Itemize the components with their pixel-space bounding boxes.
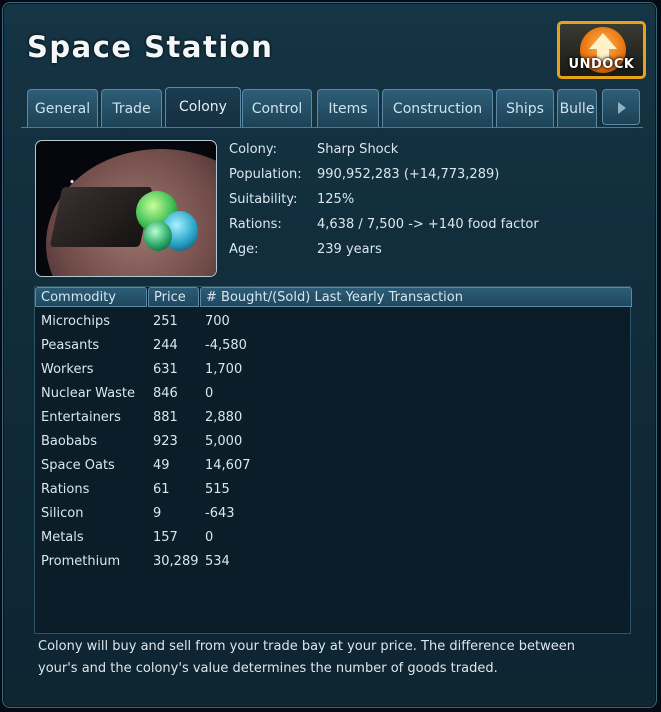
commodity-price: 244 (153, 338, 178, 353)
undock-label: UNDOCK (568, 57, 635, 72)
commodity-price: 846 (153, 386, 178, 401)
commodity-price: 61 (153, 482, 170, 497)
table-header: Commodity Price # Bought/(Sold) Last Yea… (35, 287, 632, 307)
column-price[interactable]: Price (148, 287, 199, 307)
commodity-name: Rations (41, 482, 90, 497)
help-text: Colony will buy and sell from your trade… (38, 636, 638, 680)
commodity-price: 30,289 (153, 554, 199, 569)
help-text-line: Colony will buy and sell from your trade… (38, 639, 575, 654)
commodity-traded: -4,580 (205, 338, 247, 353)
commodity-traded: 0 (205, 386, 214, 401)
commodity-name: Space Oats (41, 458, 115, 473)
commodity-price: 157 (153, 530, 178, 545)
commodity-traded: 2,880 (205, 410, 243, 425)
help-text-line: your's and the colony's value determines… (38, 661, 498, 676)
commodity-table: Commodity Price # Bought/(Sold) Last Yea… (34, 286, 632, 634)
tab-construction[interactable]: Construction (382, 89, 493, 127)
commodity-traded: 0 (205, 530, 214, 545)
commodity-name: Microchips (41, 314, 111, 329)
info-age: Age: 239 years (229, 242, 382, 257)
commodity-price: 49 (153, 458, 170, 473)
commodity-name: Workers (41, 362, 94, 377)
commodity-traded: 534 (205, 554, 230, 569)
tab-general[interactable]: General (27, 89, 98, 127)
info-suitability: Suitability: 125% (229, 192, 355, 207)
page-title: Space Station (27, 30, 274, 64)
tab-control[interactable]: Control (242, 89, 312, 127)
commodity-price: 9 (153, 506, 162, 521)
tab-ships[interactable]: Ships (496, 89, 554, 127)
commodity-name: Baobabs (41, 434, 98, 449)
commodity-price: 881 (153, 410, 178, 425)
commodity-name: Silicon (41, 506, 84, 521)
commodity-price: 251 (153, 314, 178, 329)
commodity-name: Metals (41, 530, 84, 545)
tab-bar: General Trade Colony Control Items Const… (27, 87, 597, 127)
station-panel: Space Station UNDOCK General Trade Colon… (2, 2, 657, 708)
tab-items[interactable]: Items (317, 89, 379, 127)
colony-info: Colony: Sharp Shock Population: 990,952,… (229, 140, 629, 265)
info-colony: Colony: Sharp Shock (229, 142, 399, 157)
tab-colony[interactable]: Colony (165, 87, 241, 127)
commodity-price: 923 (153, 434, 178, 449)
colony-image (35, 140, 217, 277)
tab-scroll-right-icon[interactable] (602, 89, 640, 125)
commodity-traded: 700 (205, 314, 230, 329)
commodity-traded: 1,700 (205, 362, 243, 377)
column-bought-sold[interactable]: # Bought/(Sold) Last Yearly Transaction (200, 287, 632, 307)
commodity-traded: -643 (205, 506, 235, 521)
column-commodity[interactable]: Commodity (35, 287, 147, 307)
undock-button[interactable]: UNDOCK (557, 21, 646, 79)
commodity-traded: 515 (205, 482, 230, 497)
info-rations: Rations: 4,638 / 7,500 -> +140 food fact… (229, 217, 539, 232)
commodity-traded: 14,607 (205, 458, 251, 473)
colony-content: Colony: Sharp Shock Population: 990,952,… (21, 127, 643, 688)
commodity-price: 631 (153, 362, 178, 377)
commodity-name: Entertainers (41, 410, 121, 425)
tab-bulletins[interactable]: Bulle (557, 89, 597, 127)
commodity-traded: 5,000 (205, 434, 243, 449)
commodity-name: Nuclear Waste (41, 386, 136, 401)
info-population: Population: 990,952,283 (+14,773,289) (229, 167, 500, 182)
commodity-name: Promethium (41, 554, 121, 569)
tab-trade[interactable]: Trade (101, 89, 162, 127)
commodity-name: Peasants (41, 338, 100, 353)
